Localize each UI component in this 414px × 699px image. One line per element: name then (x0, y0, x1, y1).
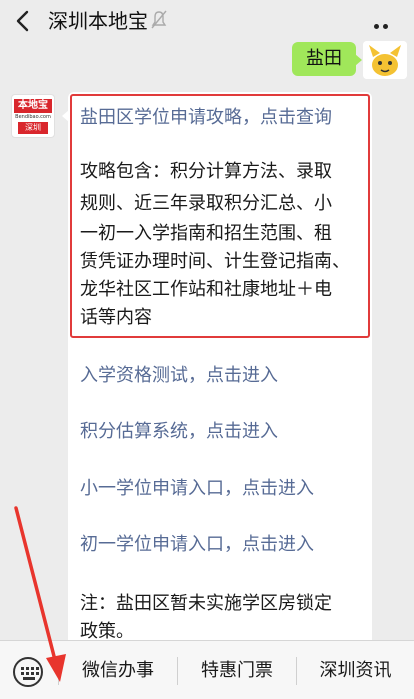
link-points-estimate[interactable]: 积分估算系统，点击进入 (80, 420, 278, 444)
bot-avatar[interactable]: 本地宝 Bendibao.com 深圳 (11, 94, 55, 138)
header-bar: 深圳本地宝 (0, 0, 414, 48)
guide-description-line: 话等内容 (80, 307, 152, 328)
guide-description-line: 赁凭证办理时间、计生登记指南、 (80, 251, 350, 272)
sent-message-bubble: 盐田 (292, 42, 362, 76)
note-line: 注：盐田区暂未实施学区房锁定 (80, 593, 332, 614)
guide-description-line: 一初一入学指南和招生范围、租 (80, 223, 332, 244)
menu-item-discount-tickets[interactable]: 特惠门票 (178, 641, 296, 699)
user-avatar[interactable] (363, 41, 407, 79)
keyboard-icon[interactable] (13, 657, 43, 687)
more-dots-icon[interactable] (374, 14, 400, 48)
guide-description-line: 规则、近三年录取积分汇总、小 (80, 193, 332, 214)
chevron-left-icon[interactable] (10, 6, 38, 36)
guide-description-line: 龙华社区工作站和社康地址＋电 (80, 279, 332, 300)
page-title: 深圳本地宝 (48, 9, 148, 33)
mute-icon (150, 9, 168, 31)
menu-item-shenzhen-news[interactable]: 深圳资讯 (297, 641, 414, 699)
logo-text-mid: Bendibao.com (15, 114, 51, 120)
menu-item-wechat-services[interactable]: 微信办事 (59, 641, 177, 699)
link-junior-apply[interactable]: 初一学位申请入口，点击进入 (80, 533, 314, 557)
bottom-menu-bar: 微信办事 特惠门票 深圳资讯 (0, 640, 414, 699)
link-eligibility-test[interactable]: 入学资格测试，点击进入 (80, 364, 278, 388)
link-primary-apply[interactable]: 小一学位申请入口，点击进入 (80, 477, 314, 501)
link-xuewei-guide[interactable]: 盐田区学位申请攻略，点击查询 (80, 106, 332, 130)
guide-description-line: 攻略包含：积分计算方法、录取 (80, 161, 332, 182)
logo-text-top: 本地宝 (14, 99, 52, 113)
logo-text-bottom: 深圳 (18, 122, 48, 134)
